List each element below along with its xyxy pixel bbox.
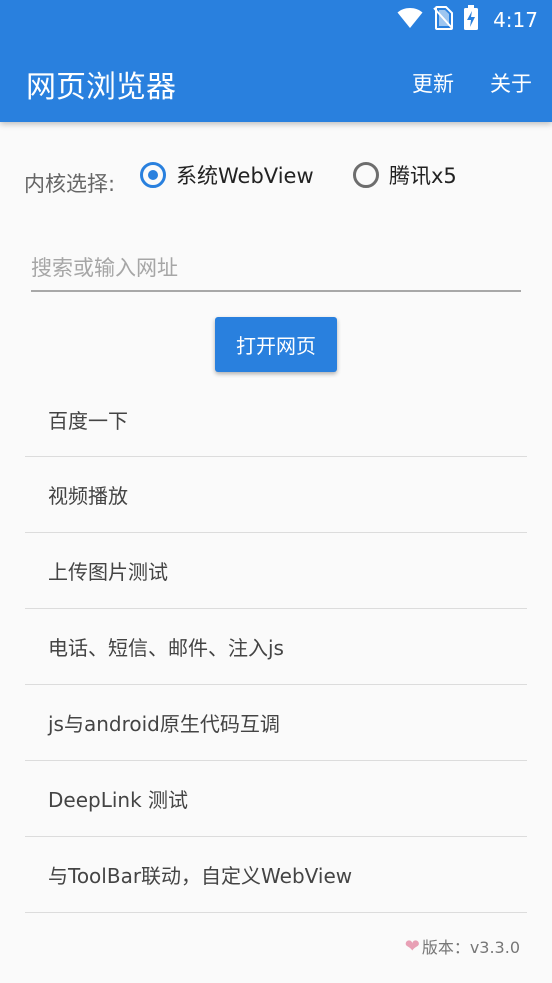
list-item-js-android-bridge[interactable]: js与android原生代码互调 xyxy=(25,685,527,761)
radio-checked-icon xyxy=(140,162,166,188)
list-item-deeplink-test[interactable]: DeepLink 测试 xyxy=(25,761,527,837)
version-text: 版本：v3.3.0 xyxy=(421,938,520,957)
radio-system-webview[interactable]: 系统WebView xyxy=(140,160,314,190)
status-icons: 4:17 xyxy=(397,5,538,35)
radio-tencent-x5-label: 腾讯x5 xyxy=(389,164,457,188)
list-item-toolbar-webview[interactable]: 与ToolBar联动，自定义WebView xyxy=(25,837,527,913)
app-bar: 4:17 网页浏览器 更新 关于 xyxy=(0,0,552,122)
no-sim-icon xyxy=(433,6,454,34)
list-item-phone-sms-mail-js[interactable]: 电话、短信、邮件、注入js xyxy=(25,609,527,685)
update-button[interactable]: 更新 xyxy=(412,68,454,98)
status-time: 4:17 xyxy=(493,8,538,32)
heart-icon: ❤ xyxy=(404,935,420,957)
search-input[interactable] xyxy=(31,250,521,286)
about-button[interactable]: 关于 xyxy=(490,68,532,98)
wifi-icon xyxy=(397,7,423,33)
menu-list: 百度一下 视频播放 上传图片测试 电话、短信、邮件、注入js js与androi… xyxy=(25,382,527,913)
page-title: 网页浏览器 xyxy=(26,70,176,105)
status-bar: 4:17 xyxy=(0,0,552,40)
radio-unchecked-icon xyxy=(353,162,379,188)
open-page-button[interactable]: 打开网页 xyxy=(215,317,337,372)
toolbar: 网页浏览器 更新 关于 xyxy=(0,40,552,122)
battery-charging-icon xyxy=(463,5,479,35)
search-field xyxy=(31,250,521,292)
version-footer: ❤ 版本：v3.3.0 xyxy=(405,934,520,958)
radio-tencent-x5[interactable]: 腾讯x5 xyxy=(353,160,457,190)
list-item-baidu[interactable]: 百度一下 xyxy=(25,382,527,457)
list-item-upload-image[interactable]: 上传图片测试 xyxy=(25,533,527,609)
kernel-selection: 内核选择: 系统WebView 腾讯x5 xyxy=(24,160,534,200)
kernel-label: 内核选择: xyxy=(24,172,116,196)
list-item-video-play[interactable]: 视频播放 xyxy=(25,457,527,533)
radio-system-webview-label: 系统WebView xyxy=(176,164,314,188)
